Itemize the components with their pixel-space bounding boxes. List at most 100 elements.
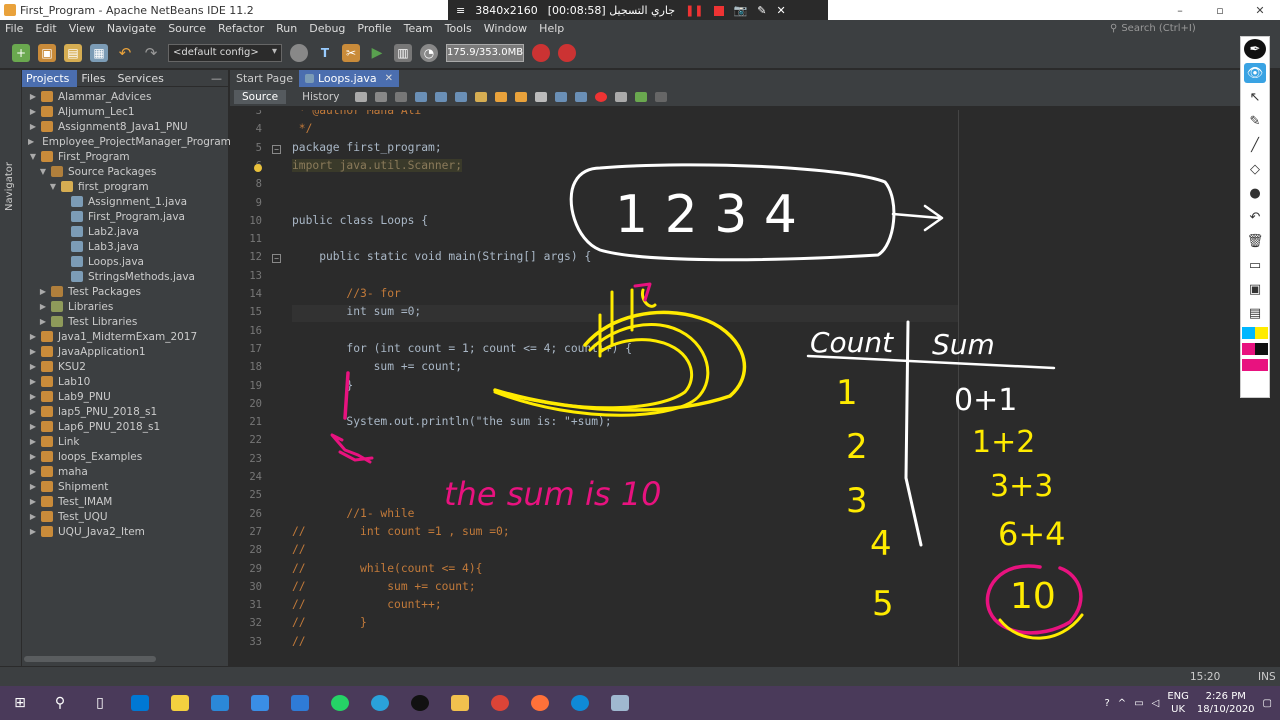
tree-item[interactable]: ▶ Test Libraries bbox=[22, 314, 228, 329]
search-icon[interactable]: ⚲ bbox=[40, 686, 80, 720]
pause-recording-icon[interactable]: ❚❚ bbox=[685, 4, 703, 17]
undo-icon[interactable]: ↶ bbox=[116, 44, 134, 62]
cursor-icon[interactable]: ↖ bbox=[1244, 87, 1266, 107]
tree-item[interactable]: ▶ Libraries bbox=[22, 299, 228, 314]
calendar-icon[interactable] bbox=[240, 686, 280, 720]
chevron-right-icon[interactable]: ▶ bbox=[28, 407, 38, 416]
chevron-right-icon[interactable]: ▶ bbox=[28, 137, 34, 146]
tree-item[interactable]: First_Program.java bbox=[22, 209, 228, 224]
tree-item[interactable]: ▼ Source Packages bbox=[22, 164, 228, 179]
menu-source[interactable]: Source bbox=[168, 22, 206, 35]
tree-item[interactable]: ▶ Assignment8_Java1_PNU bbox=[22, 119, 228, 134]
pen-icon[interactable]: ✎ bbox=[757, 4, 766, 17]
menu-edit[interactable]: Edit bbox=[35, 22, 56, 35]
chevron-right-icon[interactable]: ▶ bbox=[28, 92, 38, 101]
uncomment-icon[interactable] bbox=[655, 91, 668, 102]
find-icon[interactable] bbox=[415, 91, 428, 102]
todo-icon[interactable] bbox=[280, 686, 320, 720]
tree-item[interactable]: ▶ maha bbox=[22, 464, 228, 479]
windows-start-icon[interactable]: ⊞ bbox=[0, 686, 40, 720]
debug-icon[interactable]: ▥ bbox=[394, 43, 412, 62]
camera-icon[interactable]: 📷 bbox=[734, 4, 748, 17]
back-icon[interactable] bbox=[375, 91, 388, 102]
screenshot-icon[interactable]: ▣ bbox=[1244, 279, 1266, 299]
chevron-right-icon[interactable]: ▶ bbox=[28, 512, 38, 521]
tree-item[interactable]: ▶ Test_UQU bbox=[22, 509, 228, 524]
tree-item[interactable]: ▼ First_Program bbox=[22, 149, 228, 164]
chevron-right-icon[interactable]: ▶ bbox=[28, 347, 38, 356]
menu-file[interactable]: File bbox=[5, 22, 23, 35]
ide-search[interactable]: ⚲ Search (Ctrl+I) bbox=[1110, 21, 1240, 36]
chevron-right-icon[interactable]: ▶ bbox=[28, 467, 38, 476]
chevron-down-icon[interactable]: ▼ bbox=[48, 182, 58, 191]
stop-recording-icon[interactable] bbox=[713, 5, 724, 16]
new-project-icon[interactable]: ▣ bbox=[38, 43, 56, 62]
chevron-right-icon[interactable]: ▶ bbox=[38, 287, 48, 296]
code-line[interactable]: // bbox=[292, 543, 306, 556]
ink-tool-icon[interactable]: ✒ bbox=[1244, 39, 1266, 59]
store-icon[interactable] bbox=[120, 686, 160, 720]
minimize-button[interactable]: – bbox=[1160, 0, 1200, 20]
menu-tools[interactable]: Tools bbox=[445, 22, 472, 35]
memory-indicator[interactable]: 175.9/353.0MB bbox=[446, 43, 524, 62]
code-area[interactable]: 3 * @author Maha Ali 4 */ 5 package first_p… bbox=[230, 110, 1240, 666]
source-mode-button[interactable]: Source bbox=[234, 89, 287, 104]
maximize-button[interactable]: ▫ bbox=[1200, 0, 1240, 20]
trash-icon[interactable]: 🗑 bbox=[1244, 231, 1266, 251]
hint-bulb-icon[interactable] bbox=[254, 163, 262, 172]
chevron-right-icon[interactable]: ▶ bbox=[28, 392, 38, 401]
tree-item[interactable]: ▶ Lab9_PNU bbox=[22, 389, 228, 404]
tree-item[interactable]: ▶ Lap6_PNU_2018_s1 bbox=[22, 419, 228, 434]
tree-item[interactable]: ▶ JavaApplication1 bbox=[22, 344, 228, 359]
chevron-right-icon[interactable]: ▶ bbox=[28, 437, 38, 446]
code-line[interactable]: System.out.println("the sum is: "+sum); bbox=[292, 415, 611, 428]
chevron-right-icon[interactable]: ▶ bbox=[38, 317, 48, 326]
code-line[interactable]: for (int count = 1; count <= 4; count++)… bbox=[292, 342, 632, 355]
chevron-right-icon[interactable]: ▶ bbox=[28, 377, 38, 386]
code-line[interactable]: // bbox=[292, 635, 306, 648]
last-edit-icon[interactable] bbox=[355, 91, 368, 102]
chevron-down-icon[interactable]: ▼ bbox=[28, 152, 38, 161]
code-line[interactable]: // int count =1 , sum =0; bbox=[292, 525, 510, 538]
file-explorer-icon[interactable] bbox=[440, 686, 480, 720]
tree-item[interactable]: ▼ first_program bbox=[22, 179, 228, 194]
code-line[interactable]: import java.util.Scanner; bbox=[292, 158, 463, 172]
shift-right-icon[interactable] bbox=[575, 91, 588, 102]
tree-horizontal-scrollbar[interactable] bbox=[24, 656, 156, 662]
code-line[interactable]: * @author Maha Ali bbox=[292, 110, 421, 117]
tree-item[interactable]: ▶ Test Packages bbox=[22, 284, 228, 299]
chevron-right-icon[interactable]: ▶ bbox=[28, 362, 38, 371]
code-line[interactable]: // sum += count; bbox=[292, 580, 476, 593]
toggle-highlight-icon[interactable] bbox=[475, 91, 488, 102]
tree-item[interactable]: ▶ Alammar_Advices bbox=[22, 89, 228, 104]
stop-macro-icon[interactable] bbox=[615, 91, 628, 102]
find-next-icon[interactable] bbox=[455, 91, 468, 102]
recorder-menu-icon[interactable]: ≡ bbox=[456, 4, 465, 17]
chevron-right-icon[interactable]: ▶ bbox=[28, 422, 38, 431]
menu-view[interactable]: View bbox=[69, 22, 95, 35]
netbeans-taskbar-icon[interactable] bbox=[600, 686, 640, 720]
tree-item[interactable]: ▶ Java1_MidtermExam_2017 bbox=[22, 329, 228, 344]
menu-help[interactable]: Help bbox=[539, 22, 564, 35]
tree-item[interactable]: ▶ UQU_Java2_Item bbox=[22, 524, 228, 539]
firefox-icon[interactable] bbox=[520, 686, 560, 720]
language-indicator[interactable]: ENG UK bbox=[1167, 690, 1189, 716]
chevron-right-icon[interactable]: ▶ bbox=[28, 107, 38, 116]
gc-icon[interactable] bbox=[532, 43, 550, 62]
chevron-right-icon[interactable]: ▶ bbox=[28, 332, 38, 341]
shift-left-icon[interactable] bbox=[555, 91, 568, 102]
globe-icon[interactable] bbox=[290, 43, 308, 62]
highlighter-icon[interactable]: ✎ bbox=[1244, 111, 1266, 131]
sticky-notes-icon[interactable] bbox=[160, 686, 200, 720]
tab-start-page[interactable]: Start Page bbox=[230, 70, 299, 87]
code-line[interactable]: */ bbox=[292, 122, 313, 135]
mail-icon[interactable] bbox=[200, 686, 240, 720]
tab-files[interactable]: Files bbox=[77, 70, 113, 87]
dot-icon[interactable]: ● bbox=[1244, 183, 1266, 203]
chevron-right-icon[interactable]: ▶ bbox=[28, 497, 38, 506]
whatsapp-icon[interactable] bbox=[320, 686, 360, 720]
close-tab-icon[interactable]: ✕ bbox=[385, 73, 393, 84]
whiteboard-icon[interactable]: ▭ bbox=[1244, 255, 1266, 275]
epic-pen-icon[interactable] bbox=[400, 686, 440, 720]
menu-refactor[interactable]: Refactor bbox=[218, 22, 264, 35]
